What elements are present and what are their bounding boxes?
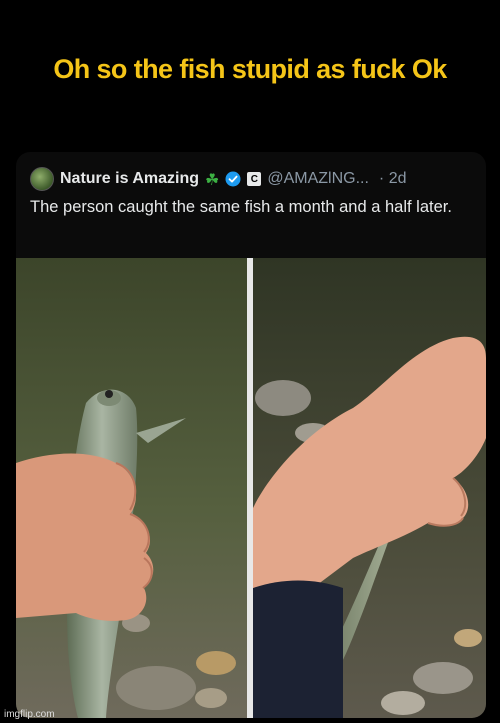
tweet-header: Nature is Amazing ☘ C @AMAZlNG... · 2d (30, 166, 407, 192)
watermark: imgflip.com (4, 709, 55, 720)
avatar[interactable] (30, 167, 54, 191)
tweet-text: The person caught the same fish a month … (30, 198, 452, 216)
meme-caption: Oh so the fish stupid as fuck Ok (53, 54, 447, 84)
photo-fish-fresh-wound[interactable] (16, 258, 247, 718)
display-name[interactable]: Nature is Amazing (60, 170, 199, 188)
timestamp[interactable]: · 2d (379, 170, 407, 188)
shamrock-icon: ☘ (205, 169, 220, 189)
tweet-card: Nature is Amazing ☘ C @AMAZlNG... · 2d T… (16, 152, 486, 718)
handle[interactable]: @AMAZlNG... (267, 170, 369, 188)
c-label-icon: C (247, 172, 262, 186)
verified-badge-icon (225, 171, 241, 187)
photo-fish-healed-scar[interactable] (253, 258, 486, 718)
